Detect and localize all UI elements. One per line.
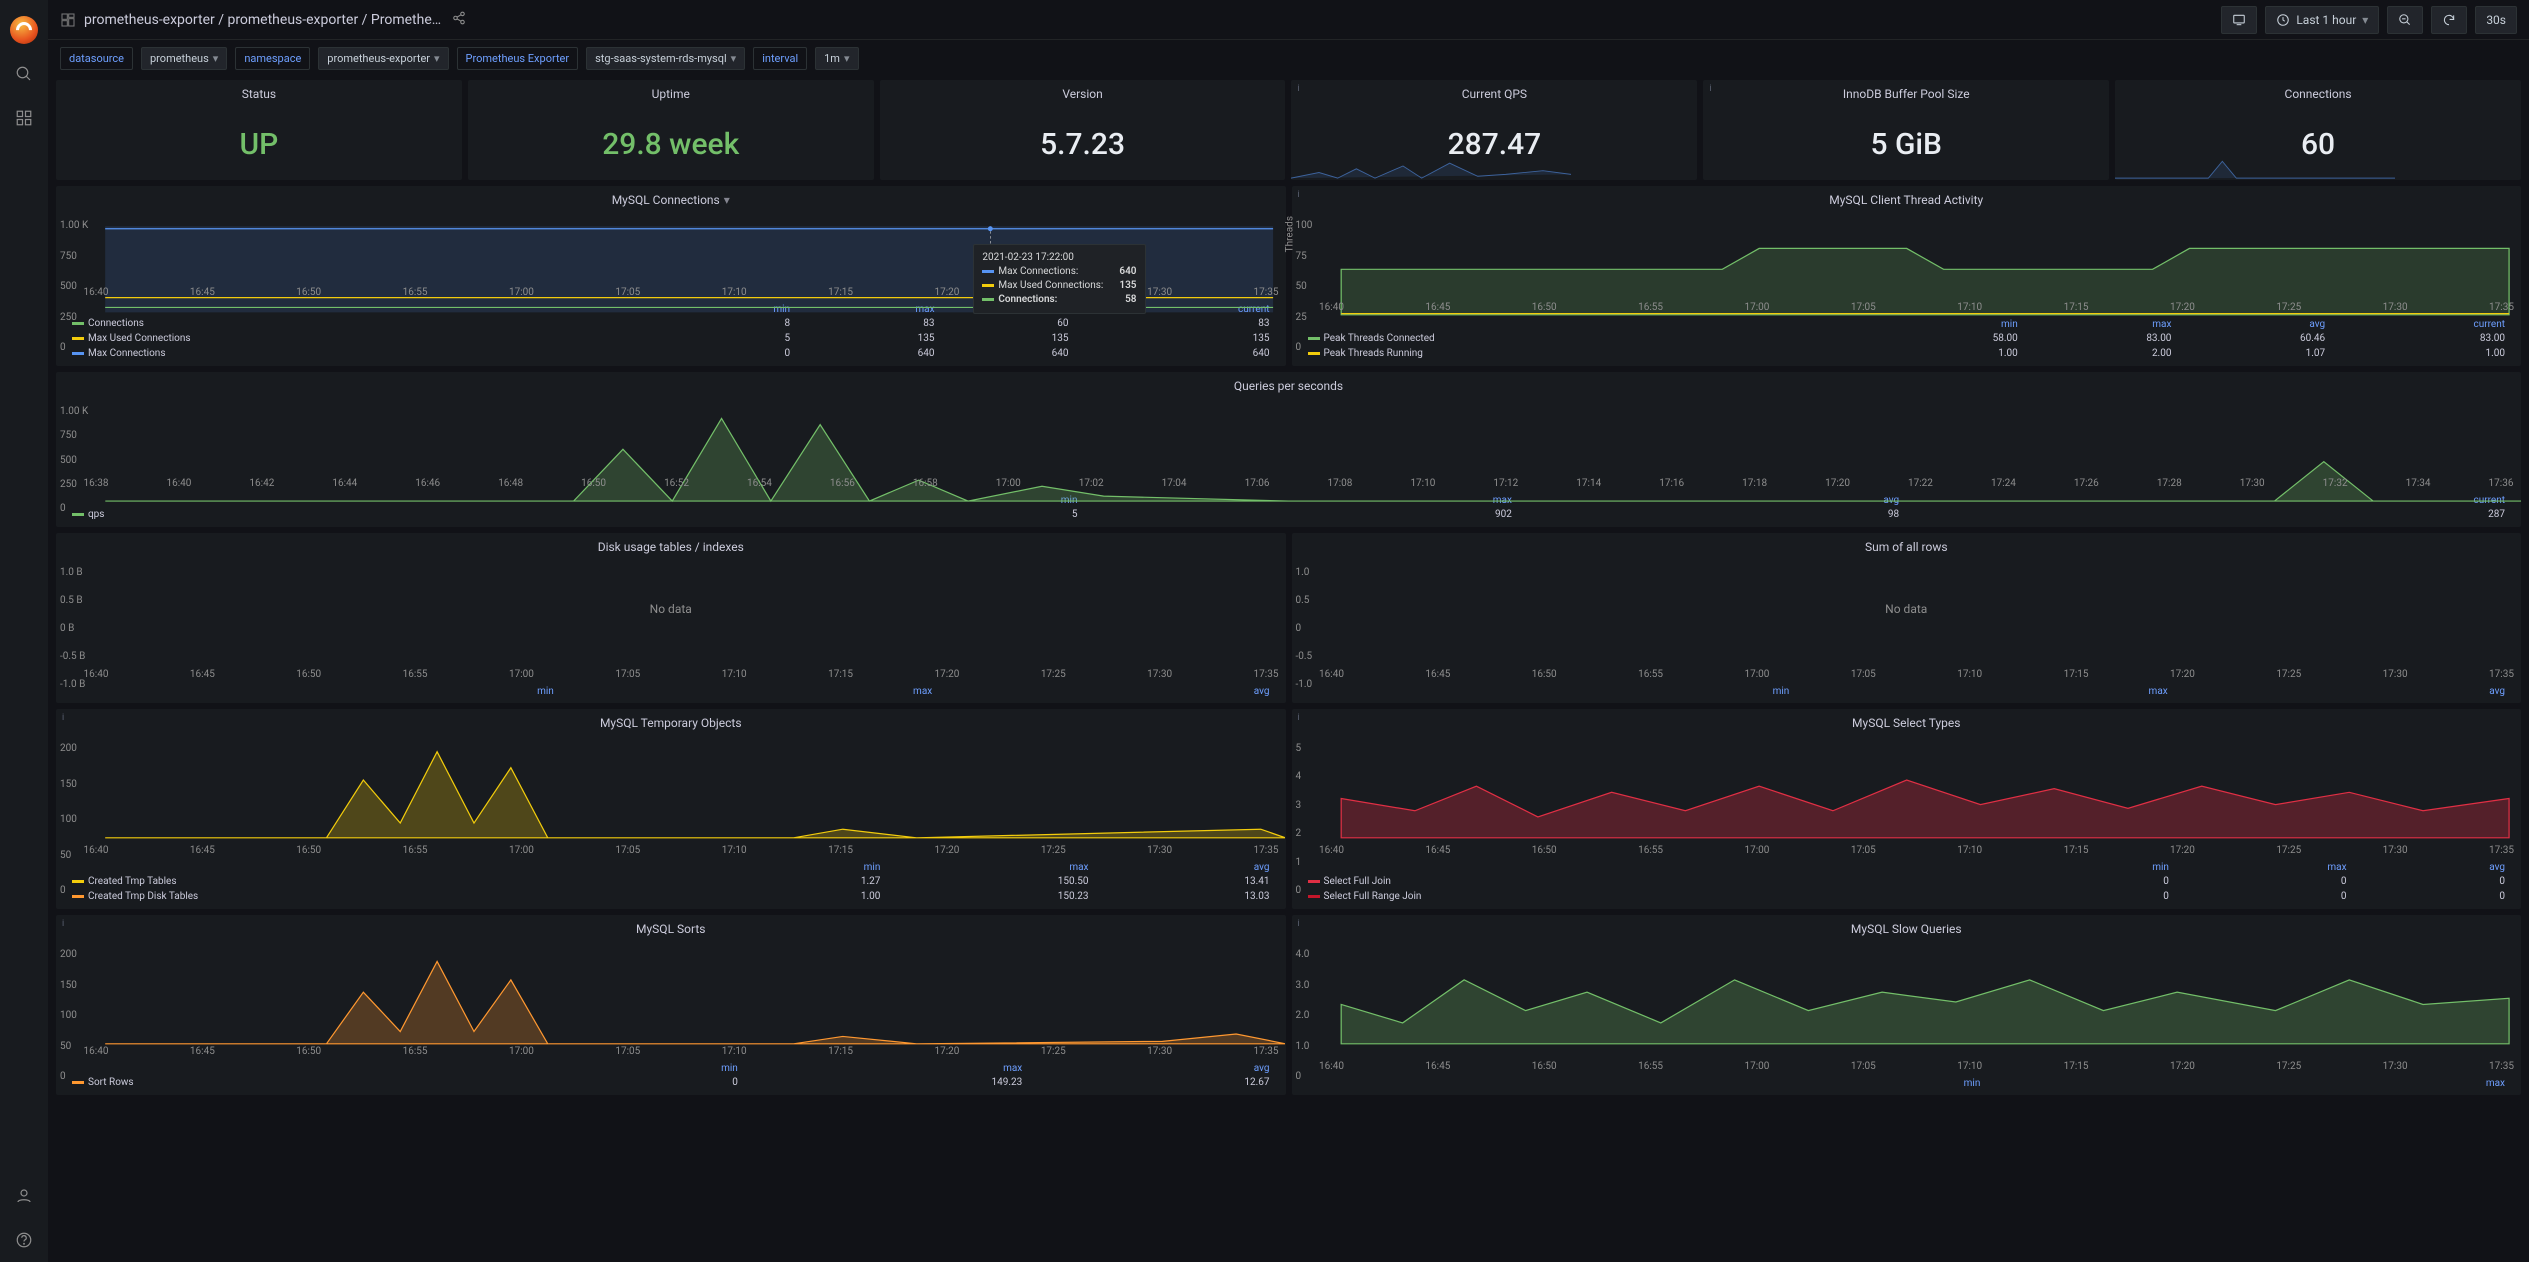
info-icon: i	[62, 919, 64, 929]
graph-area[interactable]: 1.00 K750500250016:4016:4516:5016:5517:0…	[56, 214, 1286, 300]
legend: minmaxavg	[1292, 682, 2522, 703]
info-icon: i	[1298, 190, 1300, 200]
zoom-out-button[interactable]	[2387, 6, 2423, 34]
var-interval-label: interval	[753, 47, 807, 70]
chart-svg	[1292, 943, 2521, 1066]
search-icon[interactable]	[8, 58, 40, 90]
var-namespace[interactable]: prometheus-exporter▾	[318, 47, 448, 70]
refresh-interval-button[interactable]: 30s	[2475, 6, 2517, 34]
chart-svg	[56, 214, 1285, 337]
profile-icon[interactable]	[8, 1180, 40, 1212]
legend: minmaxavgCreated Tmp Tables1.27150.5013.…	[56, 858, 1286, 909]
panel-tmp-objects[interactable]: i MySQL Temporary Objects 20015010050016:…	[56, 709, 1286, 909]
info-icon: i	[1709, 84, 1711, 94]
apps-icon[interactable]	[8, 102, 40, 134]
tv-mode-button[interactable]	[2221, 6, 2257, 34]
graph-area[interactable]: No data1.00.50-0.5-1.016:4016:4516:5016:…	[1292, 561, 2522, 682]
info-icon: i	[1297, 84, 1299, 94]
share-icon[interactable]	[452, 11, 466, 28]
panel-title: InnoDB Buffer Pool Size	[1843, 87, 1970, 101]
panel-disk-usage[interactable]: Disk usage tables / indexes No data1.0 B…	[56, 533, 1286, 703]
chart-svg	[1292, 214, 2521, 337]
stat-value: 5.7.23	[1040, 127, 1125, 162]
toolbar: prometheus-exporter / prometheus-exporte…	[48, 0, 2529, 40]
chart-svg	[56, 737, 1285, 860]
help-icon[interactable]	[8, 1224, 40, 1256]
panel-select-types[interactable]: i MySQL Select Types 54321016:4016:4516:5…	[1292, 709, 2522, 909]
no-data-text: No data	[1885, 602, 1927, 616]
sparkline	[2115, 152, 2395, 180]
time-range-button[interactable]: Last 1 hour ▾	[2265, 6, 2379, 34]
var-interval[interactable]: 1m▾	[815, 47, 858, 70]
chevron-down-icon[interactable]: ▾	[724, 193, 730, 207]
graph-area[interactable]: No data1.0 B0.5 B0 B-0.5 B-1.0 B16:4016:…	[56, 561, 1286, 682]
legend: minmaxavgSelect Full Join000Select Full …	[1292, 858, 2522, 909]
no-data-text: No data	[650, 602, 692, 616]
graph-area[interactable]: 20015010050016:4016:4516:5016:5517:0017:…	[56, 737, 1286, 858]
graph-area[interactable]: 1.00 K750500250016:3816:4016:4216:4416:4…	[56, 400, 2521, 491]
refresh-interval-label: 30s	[2486, 13, 2506, 27]
panel-buffer[interactable]: i InnoDB Buffer Pool Size 5 GiB	[1703, 80, 2109, 180]
info-icon: i	[62, 713, 64, 723]
dashboard-body: Status UP Uptime 29.8 week Version 5.7.2…	[48, 76, 2529, 1262]
panel-mysql-connections[interactable]: MySQL Connections▾ 1.00 K75050025	[56, 186, 1286, 366]
panel-slow-queries[interactable]: i MySQL Slow Queries 4.03.02.01.0016:4016…	[1292, 915, 2522, 1095]
chevron-down-icon: ▾	[2362, 13, 2368, 27]
info-icon: i	[1298, 919, 1300, 929]
sidebar	[0, 0, 48, 1262]
panel-qps[interactable]: iCurrent QPS 287.47	[1291, 80, 1697, 180]
panel-title: Uptime	[652, 87, 690, 101]
panel-title: MySQL Select Types	[1852, 716, 1960, 730]
panel-thread-activity[interactable]: i MySQL Client Thread Activity Threads 10…	[1292, 186, 2522, 366]
dashboard-icon	[60, 12, 76, 28]
panel-uptime[interactable]: Uptime 29.8 week	[468, 80, 874, 180]
variables-bar: datasource prometheus▾ namespace prometh…	[48, 40, 2529, 76]
legend: minmax	[1292, 1074, 2522, 1095]
sparkline	[1291, 152, 1571, 180]
breadcrumb[interactable]: prometheus-exporter / prometheus-exporte…	[84, 12, 444, 28]
time-range-label: Last 1 hour	[2296, 13, 2356, 27]
graph-area[interactable]: 4.03.02.01.0016:4016:4516:5016:5517:0017…	[1292, 943, 2522, 1074]
panel-sorts[interactable]: i MySQL Sorts 20015010050016:4016:4516:50…	[56, 915, 1286, 1095]
panel-title: Status	[242, 87, 276, 101]
var-datasource[interactable]: prometheus▾	[141, 47, 227, 70]
panel-title: Queries per seconds	[1234, 379, 1343, 393]
stat-value: 29.8 week	[602, 127, 739, 162]
panel-title: MySQL Client Thread Activity	[1829, 193, 1983, 207]
var-release-label: Prometheus Exporter	[457, 47, 579, 70]
panel-title: MySQL Sorts	[636, 922, 705, 936]
chart-svg	[56, 400, 2521, 523]
panel-connections-stat[interactable]: Connections 60	[2115, 80, 2521, 180]
graph-area[interactable]: Threads 100755025016:4016:4516:5016:5517…	[1292, 214, 2522, 315]
chart-svg	[56, 943, 1285, 1066]
panel-title: MySQL Slow Queries	[1851, 922, 1962, 936]
panel-status[interactable]: Status UP	[56, 80, 462, 180]
var-release[interactable]: stg-saas-system-rds-mysql▾	[586, 47, 745, 70]
graph-area[interactable]: 54321016:4016:4516:5016:5517:0017:0517:1…	[1292, 737, 2522, 858]
panel-version[interactable]: Version 5.7.23	[880, 80, 1286, 180]
graph-area[interactable]: 20015010050016:4016:4516:5016:5517:0017:…	[56, 943, 1286, 1059]
grafana-logo[interactable]	[10, 16, 38, 44]
panel-qps-graph[interactable]: Queries per seconds 1.00 K750500250016:3…	[56, 372, 2521, 527]
chart-svg	[1292, 737, 2521, 860]
stat-value: UP	[240, 127, 279, 162]
panel-title: MySQL Connections	[612, 193, 720, 207]
refresh-button[interactable]	[2431, 6, 2467, 34]
var-datasource-label: datasource	[60, 47, 133, 70]
legend: minmaxavg	[56, 682, 1286, 703]
stat-value: 5 GiB	[1870, 127, 1942, 162]
panel-sum-rows[interactable]: Sum of all rows No data1.00.50-0.5-1.016…	[1292, 533, 2522, 703]
panel-title: Connections	[2285, 87, 2352, 101]
var-namespace-label: namespace	[235, 47, 310, 70]
panel-title: Version	[1062, 87, 1102, 101]
info-icon: i	[1298, 713, 1300, 723]
panel-title: MySQL Temporary Objects	[600, 716, 742, 730]
panel-title: Current QPS	[1462, 87, 1527, 101]
panel-title: Disk usage tables / indexes	[598, 540, 744, 554]
panel-title: Sum of all rows	[1865, 540, 1948, 554]
